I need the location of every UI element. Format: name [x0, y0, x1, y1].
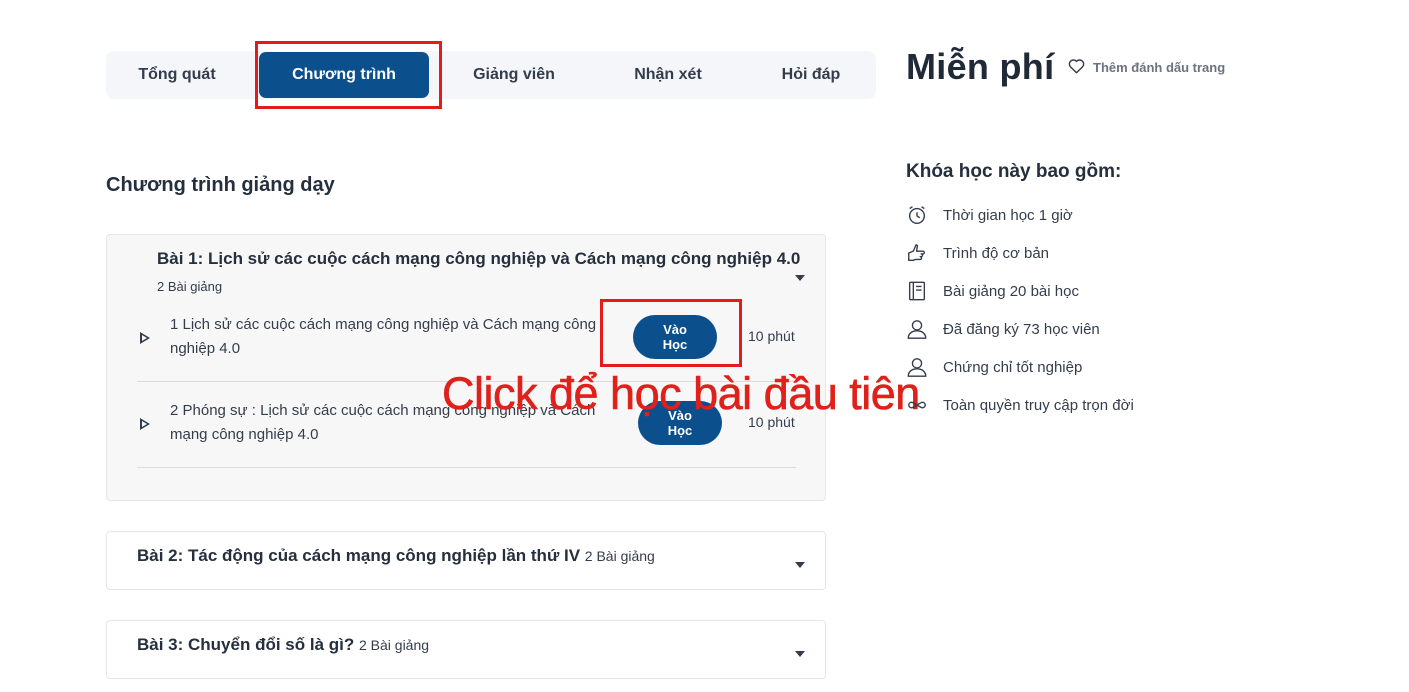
chevron-down-icon[interactable] [795, 275, 805, 281]
tab-overview[interactable]: Tổng quát [106, 51, 248, 99]
include-label: Chứng chỉ tốt nghiệp [943, 358, 1083, 376]
tab-qa[interactable]: Hỏi đáp [746, 51, 876, 99]
lecture-1-title: 1 Lịch sử các cuộc cách mạng công nghiệp… [170, 316, 597, 357]
play-icon [140, 418, 150, 430]
curriculum-title: Chương trình giảng dạy [106, 174, 335, 196]
lecture-1-duration: 10 phút [748, 328, 795, 344]
section-2-count: 2 Bài giảng [584, 548, 655, 564]
user-icon [906, 356, 928, 378]
bookmark-button[interactable]: Thêm đánh dấu trang [1068, 58, 1225, 77]
section-1-title[interactable]: Bài 1: Lịch sử các cuộc cách mạng công n… [157, 249, 800, 269]
tab-instructor[interactable]: Giảng viên [440, 51, 588, 99]
include-label: Trình độ cơ bản [943, 244, 1050, 262]
include-item-duration: Thời gian học 1 giờ [906, 196, 1134, 234]
tab-curriculum[interactable]: Chương trình [259, 52, 429, 98]
include-label: Thời gian học 1 giờ [943, 206, 1073, 224]
section-3-title: Bài 3: Chuyển đổi số là gì? 2 Bài giảng [137, 635, 429, 655]
include-item-lifetime: Toàn quyền truy cập trọn đời [906, 386, 1134, 424]
lesson-section-2[interactable]: Bài 2: Tác động của cách mạng công nghiệ… [106, 531, 826, 590]
notebook-icon [906, 280, 928, 302]
course-tabs: Tổng quát Chương trình Giảng viên Nhận x… [106, 51, 876, 99]
section-3-count: 2 Bài giảng [358, 637, 430, 653]
include-label: Bài giảng 20 bài học [943, 282, 1079, 300]
section-2-title: Bài 2: Tác động của cách mạng công nghiệ… [137, 546, 655, 566]
heart-icon [1068, 58, 1085, 77]
include-item-enrolled: Đã đăng ký 73 học viên [906, 310, 1134, 348]
include-item-lectures: Bài giảng 20 bài học [906, 272, 1134, 310]
include-label: Toàn quyền truy cập trọn đời [943, 396, 1134, 414]
infinity-icon [906, 394, 928, 416]
section-3-title-text: Bài 3: Chuyển đổi số là gì? [137, 635, 355, 654]
includes-list: Thời gian học 1 giờ Trình độ cơ bản Bài … [906, 196, 1134, 424]
section-2-title-text: Bài 2: Tác động của cách mạng công nghiệ… [137, 546, 581, 565]
lesson-section-3[interactable]: Bài 3: Chuyển đổi số là gì? 2 Bài giảng [106, 620, 826, 679]
chevron-down-icon[interactable] [795, 651, 805, 657]
bookmark-label: Thêm đánh dấu trang [1093, 60, 1226, 75]
play-icon [140, 332, 150, 344]
user-icon [906, 318, 928, 340]
include-label: Đã đăng ký 73 học viên [943, 320, 1100, 338]
include-item-certificate: Chứng chỉ tốt nghiệp [906, 348, 1134, 386]
hand-pointing-icon [906, 242, 928, 264]
chevron-down-icon[interactable] [795, 562, 805, 568]
tab-reviews[interactable]: Nhận xét [596, 51, 740, 99]
annotation-text: Click để học bài đầu tiên [442, 368, 921, 420]
course-price: Miễn phí [906, 46, 1055, 87]
start-lecture-1-button[interactable]: Vào Học [633, 315, 717, 359]
includes-title: Khóa học này bao gồm: [906, 161, 1122, 182]
section-1-count: 2 Bài giảng [157, 279, 223, 294]
alarm-clock-icon [906, 204, 928, 226]
include-item-level: Trình độ cơ bản [906, 234, 1134, 272]
